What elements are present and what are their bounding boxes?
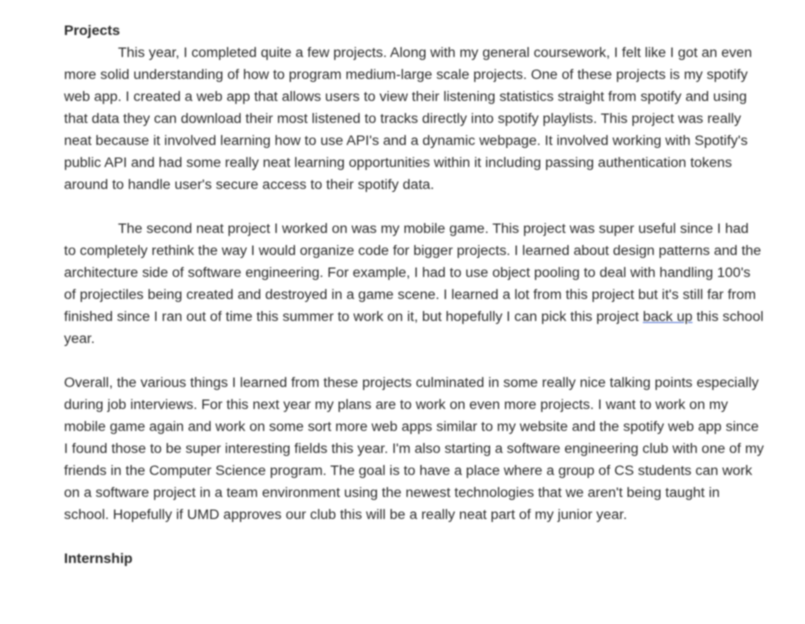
paragraph-mobile-game: The second neat project I worked on was …	[64, 218, 764, 350]
paragraph-overall: Overall, the various things I learned fr…	[64, 375, 764, 523]
paragraph-spotify-project: This year, I completed quite a few proje…	[64, 45, 753, 193]
document-body: Projects This year, I completed quite a …	[64, 16, 764, 570]
section-heading-internship: Internship	[64, 551, 133, 567]
spelling-underline-back-up[interactable]: back up	[643, 309, 693, 325]
section-heading-projects: Projects	[64, 23, 120, 39]
